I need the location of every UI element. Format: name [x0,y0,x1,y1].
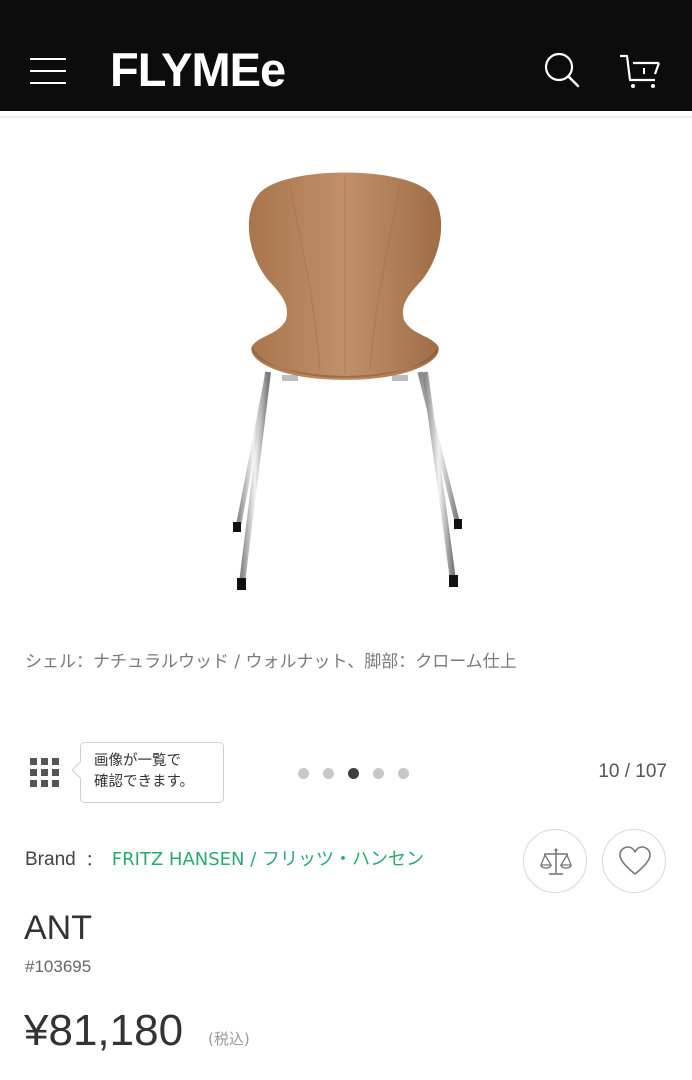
site-logo[interactable]: FLYMEe [110,45,286,95]
carousel-dots [298,766,418,779]
image-counter: 10 / 107 [598,761,667,782]
brand-label: Brand [25,849,76,870]
carousel-dot[interactable] [397,768,409,779]
product-price: ¥81,180 [24,1006,184,1055]
brand-separator: ： [85,850,102,869]
product-image[interactable] [220,160,470,600]
header-divider [0,116,692,118]
grid-icon[interactable] [30,758,60,788]
brand-row: Brand ： FRITZ HANSEN / フリッツ・ハンセン [25,848,424,872]
site-header: FLYMEe [0,0,692,111]
carousel-dot[interactable] [322,768,334,779]
favorite-button[interactable] [602,829,666,893]
product-name: ANT [24,909,92,947]
carousel-dot-active[interactable] [347,768,359,779]
scale-icon [540,848,572,875]
image-caption: シェル：ナチュラルウッド / ウォルナット、脚部：クローム仕上 [25,652,517,672]
carousel-dot[interactable] [372,768,384,779]
cart-icon[interactable] [619,50,661,90]
carousel-dot[interactable] [298,768,309,779]
heart-icon [619,846,651,875]
product-id: #103695 [25,957,92,976]
tax-note: (税込) [208,1030,250,1048]
hamburger-menu-icon[interactable] [30,55,66,85]
compare-button[interactable] [523,829,587,893]
tooltip-line-1: 画像が一覧で [94,753,181,769]
brand-link[interactable]: FRITZ HANSEN / フリッツ・ハンセン [112,849,424,870]
search-icon[interactable] [541,50,581,90]
tooltip-line-2: 確認できます。 [94,774,195,790]
grid-view-tooltip: 画像が一覧で 確認できます。 [80,742,224,803]
